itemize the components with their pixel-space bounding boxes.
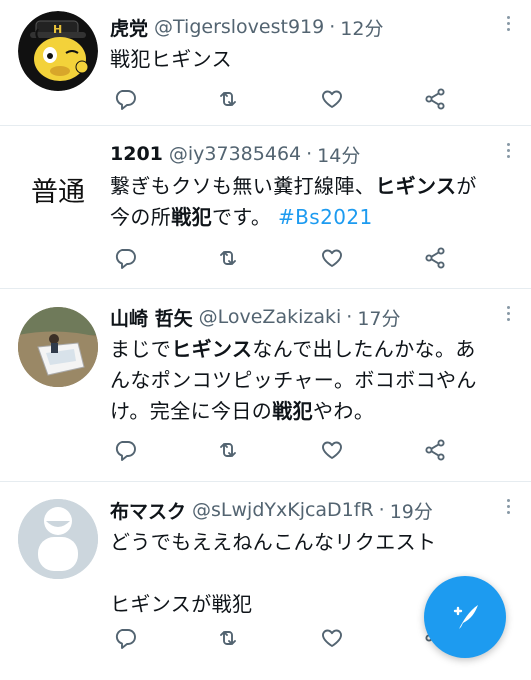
tweet-card[interactable]: H 虎党 @Tigerslovest919 · 12分 戦犯ヒギンス bbox=[0, 0, 531, 126]
like-button[interactable] bbox=[317, 435, 347, 465]
tweet-text: 繋ぎもクソも無い糞打線陣、ヒギンスが 今の所戦犯です。 #Bs2021 bbox=[110, 171, 509, 233]
action-bar bbox=[110, 623, 450, 653]
reply-button[interactable] bbox=[110, 84, 140, 114]
display-name[interactable]: 布マスク bbox=[110, 497, 186, 524]
retweet-icon bbox=[220, 631, 237, 645]
reply-button[interactable] bbox=[110, 623, 140, 653]
tweet-header: 虎党 @Tigerslovest919 · 12分 bbox=[110, 10, 509, 44]
retweet-icon bbox=[220, 251, 237, 265]
share-button[interactable] bbox=[420, 243, 450, 273]
retweet-button[interactable] bbox=[213, 84, 243, 114]
highlighted-term: 戦犯 bbox=[171, 205, 213, 229]
text-segment: 戦犯ヒギンス bbox=[110, 47, 232, 71]
more-options-icon[interactable] bbox=[503, 495, 513, 514]
like-icon bbox=[321, 441, 342, 459]
separator-dot: · bbox=[329, 16, 336, 38]
text-segment: 今の所 bbox=[110, 205, 172, 229]
retweet-button[interactable] bbox=[213, 243, 243, 273]
share-icon bbox=[425, 439, 445, 461]
text-segment: です。 bbox=[212, 205, 278, 229]
avatar[interactable]: H bbox=[18, 11, 98, 91]
like-icon bbox=[321, 249, 342, 267]
highlighted-term: ヒギンス bbox=[171, 337, 253, 361]
avatar[interactable]: 普通 bbox=[18, 151, 98, 231]
highlighted-term: 戦犯 bbox=[272, 399, 314, 423]
share-button[interactable] bbox=[420, 435, 450, 465]
tweet-card[interactable]: 山崎 哲矢 @LoveZakizaki · 17分 まじでヒギンスなんで出したん… bbox=[0, 290, 531, 482]
tweet-text-line: んなポンコツピッチャー。ボコボコやん bbox=[110, 365, 509, 396]
like-icon bbox=[321, 629, 342, 647]
user-handle[interactable]: @sLwjdYxKjcaD1fR bbox=[192, 499, 374, 521]
timestamp[interactable]: 17分 bbox=[357, 304, 400, 331]
tweet-text: まじでヒギンスなんで出したんかな。あ んなポンコツピッチャー。ボコボコやん け。完全… bbox=[110, 334, 509, 427]
user-handle[interactable]: @LoveZakizaki bbox=[199, 306, 342, 328]
avatar[interactable] bbox=[18, 307, 98, 387]
tweet-text-line: どうでもええねんこんなリクエスト bbox=[110, 527, 509, 558]
compose-tweet-icon bbox=[453, 605, 478, 629]
retweet-button[interactable] bbox=[213, 623, 243, 653]
highlighted-term: ヒギンス bbox=[375, 174, 457, 198]
more-options-icon[interactable] bbox=[503, 139, 513, 158]
timestamp[interactable]: 14分 bbox=[317, 141, 360, 168]
like-icon bbox=[321, 90, 342, 108]
tweet-text-line: 戦犯ヒギンス bbox=[110, 44, 509, 75]
tweet-text: 戦犯ヒギンス bbox=[110, 44, 509, 75]
tweet-card[interactable]: 普通 1201 @iy37385464 · 14分 繋ぎもクソも無い糞打線陣、ヒ… bbox=[0, 127, 531, 289]
tweet-header: 1201 @iy37385464 · 14分 bbox=[110, 137, 509, 171]
action-bar bbox=[110, 243, 450, 273]
tweet-text-line: け。完全に今日の戦犯やわ。 bbox=[110, 396, 509, 427]
retweet-button[interactable] bbox=[213, 435, 243, 465]
text-segment: なんで出したんかな。あ bbox=[252, 337, 476, 361]
text-segment: まじで bbox=[110, 337, 172, 361]
text-segment: が bbox=[456, 174, 477, 198]
tweet-text-line: まじでヒギンスなんで出したんかな。あ bbox=[110, 334, 509, 365]
text-segment: どうでもええねんこんなリクエスト bbox=[110, 530, 437, 554]
more-options-icon[interactable] bbox=[503, 302, 513, 321]
reply-icon bbox=[115, 629, 136, 649]
share-button[interactable] bbox=[420, 84, 450, 114]
share-icon bbox=[425, 247, 445, 269]
separator-dot: · bbox=[346, 306, 353, 328]
svg-text:H: H bbox=[53, 23, 62, 36]
action-bar bbox=[110, 435, 450, 465]
user-handle[interactable]: @Tigerslovest919 bbox=[154, 16, 324, 38]
retweet-icon bbox=[220, 443, 237, 457]
separator-dot: · bbox=[378, 499, 385, 521]
separator-dot: · bbox=[306, 143, 313, 165]
text-segment: ヒギンスが戦犯 bbox=[110, 592, 253, 616]
hashtag-link[interactable]: #Bs2021 bbox=[278, 205, 373, 229]
timestamp[interactable]: 12分 bbox=[340, 14, 383, 41]
reply-button[interactable] bbox=[110, 435, 140, 465]
tweet-header: 布マスク @sLwjdYxKjcaD1fR · 19分 bbox=[110, 493, 509, 527]
avatar[interactable] bbox=[18, 499, 98, 579]
text-segment: 繋ぎもクソも無い糞打線陣、 bbox=[110, 174, 376, 198]
reply-icon bbox=[115, 249, 136, 269]
tweet-text-line: 今の所戦犯です。 #Bs2021 bbox=[110, 202, 509, 233]
timestamp[interactable]: 19分 bbox=[390, 497, 433, 524]
text-segment: やわ。 bbox=[313, 399, 375, 423]
tweet-header: 山崎 哲矢 @LoveZakizaki · 17分 bbox=[110, 300, 509, 334]
share-icon bbox=[425, 88, 445, 110]
like-button[interactable] bbox=[317, 84, 347, 114]
retweet-icon bbox=[220, 92, 237, 106]
display-name[interactable]: 山崎 哲矢 bbox=[110, 304, 193, 331]
like-button[interactable] bbox=[317, 623, 347, 653]
reply-icon bbox=[115, 90, 136, 110]
like-button[interactable] bbox=[317, 243, 347, 273]
display-name[interactable]: 1201 bbox=[110, 143, 163, 165]
text-segment: んなポンコツピッチャー。ボコボコやん bbox=[110, 368, 477, 392]
avatar-text: 普通 bbox=[31, 177, 85, 208]
user-handle[interactable]: @iy37385464 bbox=[169, 143, 301, 165]
text-segment: け。完全に今日の bbox=[110, 399, 273, 423]
reply-icon bbox=[115, 441, 136, 461]
reply-button[interactable] bbox=[110, 243, 140, 273]
action-bar bbox=[110, 84, 450, 114]
compose-tweet-button[interactable] bbox=[424, 576, 506, 658]
more-options-icon[interactable] bbox=[503, 12, 513, 31]
tweet-text-line: 繋ぎもクソも無い糞打線陣、ヒギンスが bbox=[110, 171, 509, 202]
display-name[interactable]: 虎党 bbox=[110, 14, 148, 41]
